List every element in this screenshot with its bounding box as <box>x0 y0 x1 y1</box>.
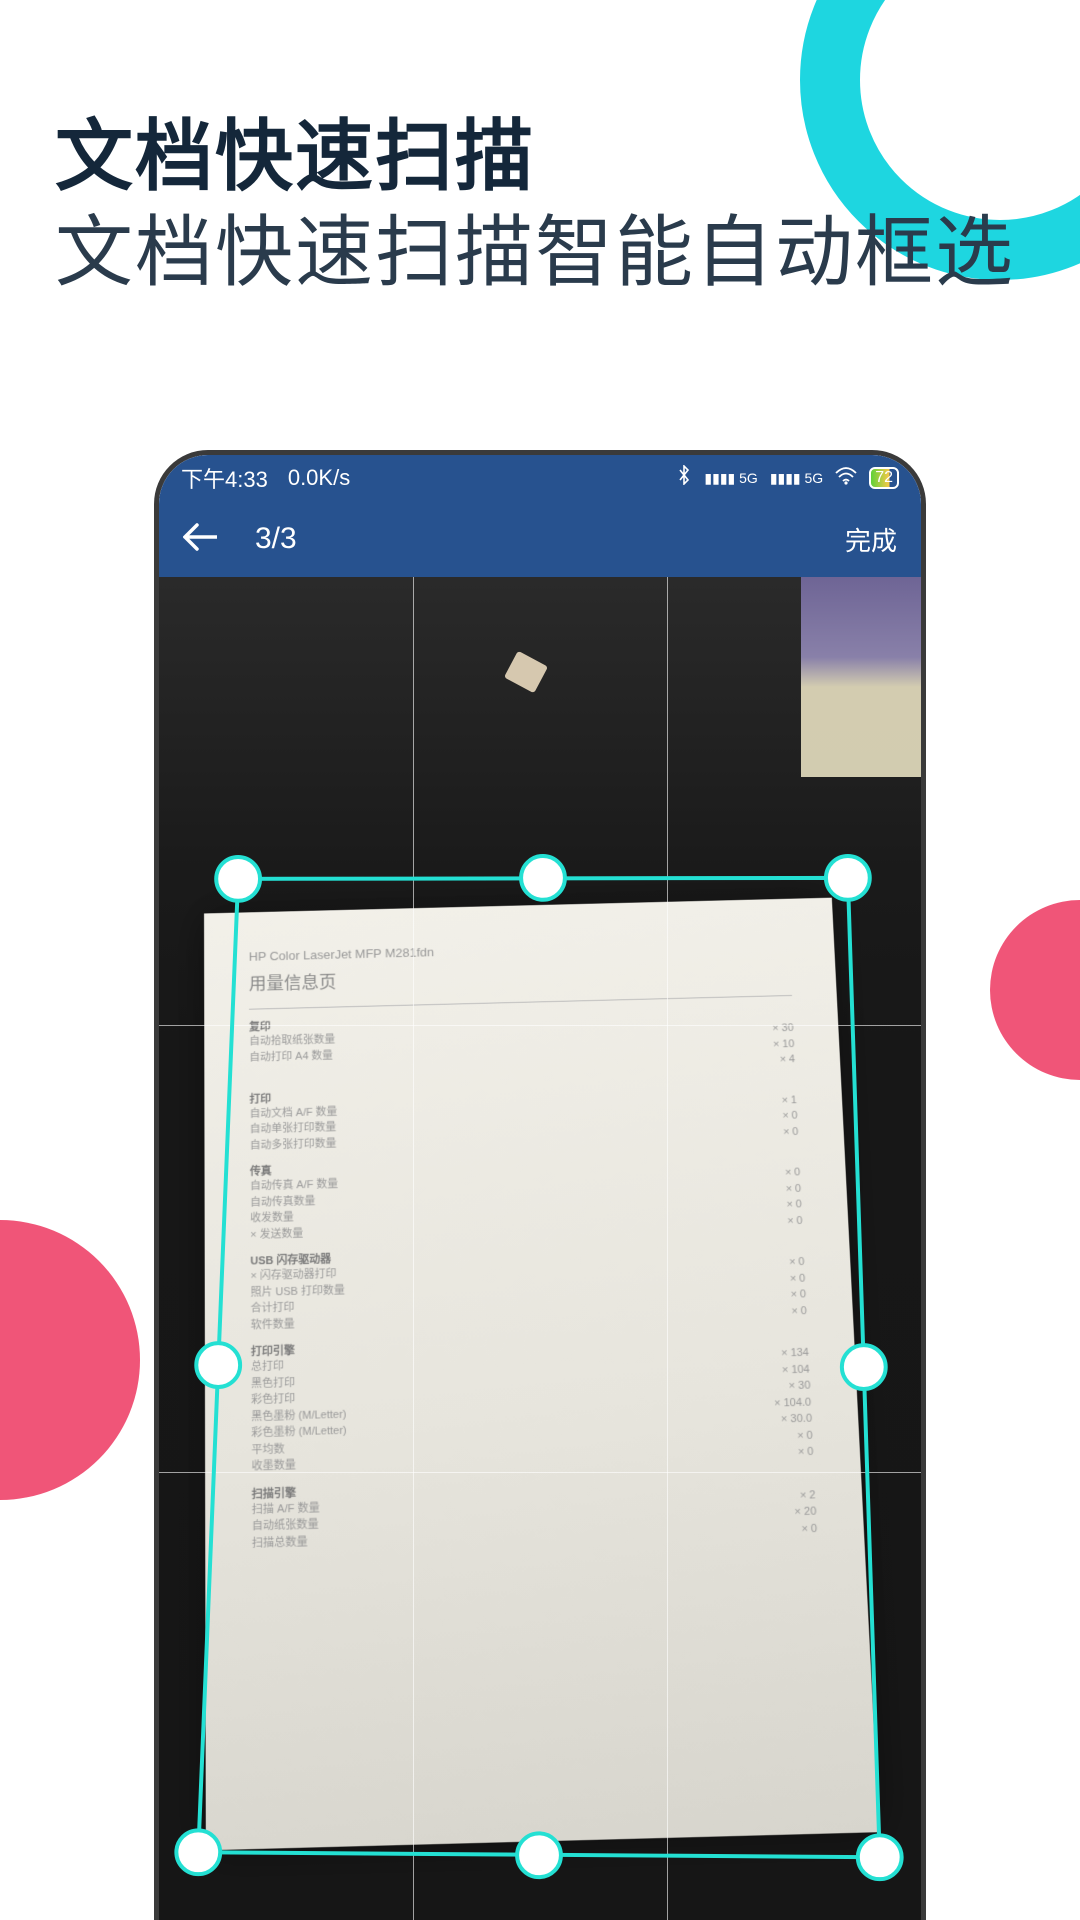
done-button[interactable]: 完成 <box>845 521 897 558</box>
bg-object-box <box>801 577 921 777</box>
crop-handle-top[interactable] <box>521 856 565 900</box>
bluetooth-icon <box>676 465 692 491</box>
crop-handle-tr[interactable] <box>826 856 870 900</box>
page-counter: 3/3 <box>255 522 845 556</box>
promo-subtitle: 文档快速扫描智能自动框选 <box>55 204 1015 302</box>
grid-line <box>413 577 414 1920</box>
status-net-speed: 0.0K/s <box>288 465 350 491</box>
signal-5g-1-icon: ▮▮▮▮ 5G <box>704 470 757 487</box>
promo-title: 文档快速扫描 <box>55 110 1015 204</box>
doc-title: 用量信息页 <box>249 957 792 995</box>
wifi-icon <box>835 465 857 491</box>
phone-frame: 下午4:33 0.0K/s ▮▮▮▮ 5G ▮▮▮▮ 5G 72 <box>154 450 926 1920</box>
camera-viewport[interactable]: HP Color LaserJet MFP M281fdn 用量信息页 复印 自… <box>159 577 921 1920</box>
app-bar: 3/3 完成 <box>159 501 921 577</box>
grid-line <box>159 1472 921 1473</box>
battery-icon: 72 <box>869 467 899 489</box>
battery-level: 72 <box>875 469 893 487</box>
signal-5g-2-icon: ▮▮▮▮ 5G <box>770 470 823 487</box>
status-time: 下午4:33 <box>181 462 268 494</box>
decoration-circle-pink-left <box>0 1220 140 1500</box>
promo-header: 文档快速扫描 文档快速扫描智能自动框选 <box>55 110 1015 301</box>
crop-handle-br[interactable] <box>858 1835 902 1879</box>
bg-object-chip <box>504 651 548 693</box>
back-button[interactable] <box>183 521 217 557</box>
grid-line <box>667 577 668 1920</box>
crop-handle-tl[interactable] <box>216 857 260 901</box>
scanned-document: HP Color LaserJet MFP M281fdn 用量信息页 复印 自… <box>204 898 879 1851</box>
decoration-circle-pink-right <box>990 900 1080 1080</box>
status-bar: 下午4:33 0.0K/s ▮▮▮▮ 5G ▮▮▮▮ 5G 72 <box>159 455 921 501</box>
grid-line <box>159 1025 921 1026</box>
